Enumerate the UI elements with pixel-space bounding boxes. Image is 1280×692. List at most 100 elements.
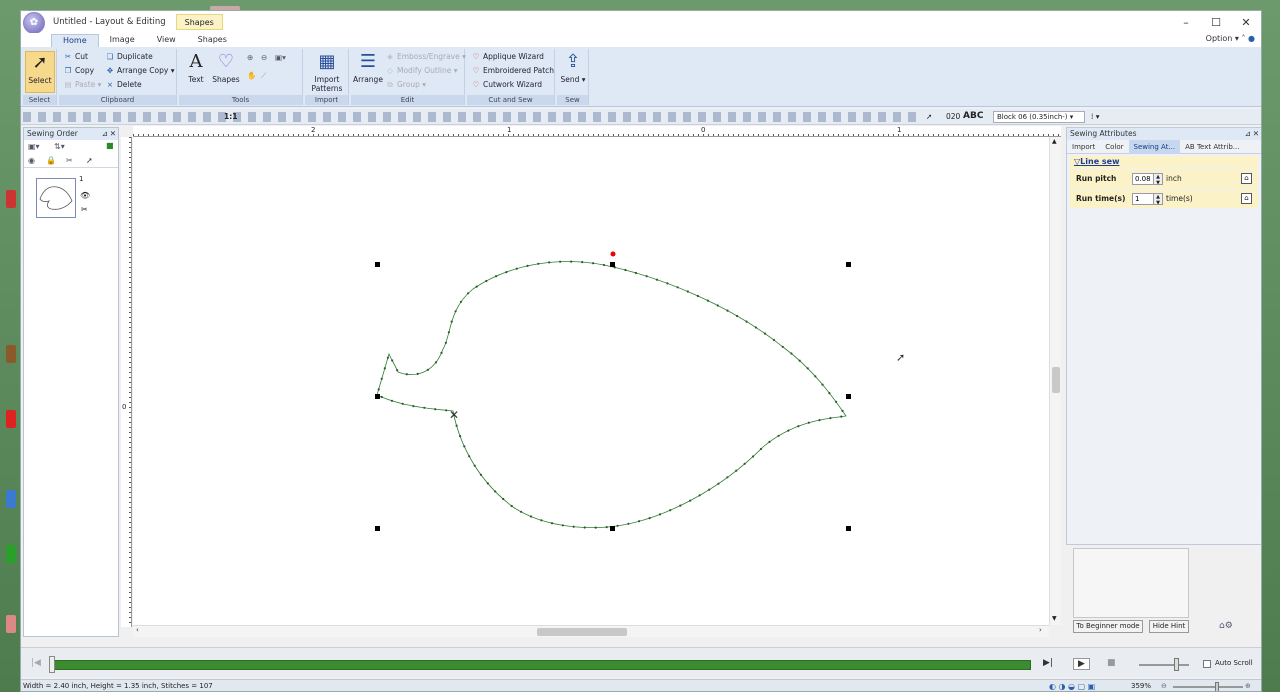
sewing-attributes-panel: Sewing Attributes ⊿ ✕ Import Color Sewin… — [1066, 127, 1261, 545]
tab-sewing-attributes[interactable]: Sewing At... — [1128, 139, 1181, 154]
leaf-shape[interactable]: ✕ — [133, 137, 1053, 625]
tab-view[interactable]: View — [146, 34, 187, 47]
option-menu[interactable]: Option ▾ ˄ ● — [1206, 34, 1255, 43]
skip-end-icon[interactable]: ▶| — [1043, 658, 1053, 668]
shapes-button[interactable]: ♡ Shapes — [211, 51, 241, 84]
view-mode-icon[interactable]: ▣▾ — [28, 142, 40, 151]
tab-text-attributes[interactable]: AB Text Attrib... — [1180, 140, 1244, 154]
rotate-handle[interactable] — [610, 251, 616, 257]
tab-import[interactable]: Import — [1067, 140, 1100, 154]
view-mode-icons[interactable]: ◐ ◑ ◒ ▢ ▣ — [1049, 680, 1095, 691]
stitch-point — [806, 367, 809, 370]
paste-button[interactable]: ▤ Paste ▾ — [63, 78, 101, 91]
group-button[interactable]: ⧉ Group ▾ — [385, 78, 426, 91]
delete-button[interactable]: ⨯ Delete — [105, 78, 142, 91]
help-icon[interactable]: ● — [1248, 34, 1255, 43]
pin-icon[interactable]: ⊿ — [1245, 128, 1251, 140]
cutwork-wizard-button[interactable]: ♡ Cutwork Wizard — [471, 78, 542, 91]
arrange-copy-button[interactable]: ✥ Arrange Copy ▾ — [105, 64, 175, 77]
context-tab-shapes[interactable]: Shapes — [175, 14, 223, 30]
font-select[interactable]: Block 06 (0.35inch-) ▾ — [993, 111, 1085, 123]
zoom-dropdown-icon[interactable]: ▣▾ — [275, 51, 286, 64]
select-button[interactable]: ➚ Select — [25, 51, 55, 93]
run-times-input[interactable] — [1132, 192, 1154, 205]
tab-shapes[interactable]: Shapes — [187, 34, 238, 47]
text-button[interactable]: A Text — [181, 51, 211, 84]
line-sew-section[interactable]: ▽Line sew — [1070, 156, 1258, 168]
design-canvas[interactable]: ✕ — [133, 137, 1053, 625]
beginner-mode-button[interactable]: To Beginner mode — [1073, 620, 1143, 633]
horizontal-scrollbar[interactable]: ‹ › — [133, 625, 1049, 637]
font-select-value: Block 06 (0.35inch-) — [997, 113, 1068, 121]
stop-button[interactable]: ■ — [1107, 658, 1116, 668]
paste-label: Paste — [75, 80, 96, 89]
group-label-clipboard: Clipboard — [59, 95, 176, 105]
send-button[interactable]: ⇪ Send ▾ — [558, 51, 588, 84]
arrange-button[interactable]: ☰ Arrange — [353, 51, 383, 84]
emboss-engrave-button[interactable]: ◈ Emboss/Engrave ▾ — [385, 50, 466, 63]
selection-handles[interactable] — [375, 262, 851, 531]
panel-close-icon[interactable]: ✕ — [1253, 128, 1259, 140]
sewing-order-thumbnail[interactable] — [36, 178, 76, 218]
font-preview[interactable]: ABC — [963, 111, 983, 121]
zoom-in-icon[interactable]: ⊕ — [247, 51, 253, 64]
run-pitch-input[interactable] — [1132, 172, 1154, 185]
vertical-scrollbar[interactable]: ▲ ▼ — [1049, 137, 1061, 625]
copy-button[interactable]: ❐ Copy — [63, 64, 94, 77]
cut-button[interactable]: ✂ Cut — [63, 50, 88, 63]
default-reset-icon[interactable]: ⌂ — [1241, 193, 1252, 204]
scroll-right-icon[interactable]: › — [1039, 626, 1042, 634]
toolbar-overflow-icon[interactable]: ⁞ ▾ — [1091, 112, 1100, 121]
eye-icon[interactable]: ◉ — [28, 156, 35, 165]
zoom-out-icon[interactable]: ⊖ — [261, 51, 267, 64]
run-times-stepper[interactable]: ▲ ▼ — [1154, 192, 1163, 206]
vertical-scroll-thumb[interactable] — [1052, 367, 1060, 393]
stitch-progress-track[interactable] — [51, 660, 1031, 670]
run-pitch-stepper[interactable]: ▲ ▼ — [1154, 172, 1163, 186]
app-menu-orb-icon[interactable]: ✿ — [23, 11, 45, 34]
pin-icon[interactable]: ⊿ — [102, 128, 108, 140]
applique-wizard-button[interactable]: ♡ Applique Wizard — [471, 50, 544, 63]
scroll-left-icon[interactable]: ‹ — [136, 626, 139, 634]
zoom-in-button[interactable]: ⊕ — [1245, 680, 1251, 691]
hide-hint-button[interactable]: Hide Hint — [1149, 620, 1189, 633]
tab-home[interactable]: Home — [51, 34, 99, 47]
visibility-eye-icon[interactable]: 👁 — [80, 191, 90, 200]
auto-scroll-checkbox[interactable] — [1203, 660, 1211, 668]
speed-slider-track[interactable] — [1139, 664, 1189, 666]
scissors-toggle-icon[interactable]: ✂ — [66, 156, 73, 165]
embroidered-patch-button[interactable]: ♡ Embroidered Patch — [471, 64, 554, 77]
home-settings-icon[interactable]: ⌂⚙ — [1219, 621, 1233, 631]
close-button[interactable]: ✕ — [1231, 11, 1261, 33]
measure-icon[interactable]: ⟋ — [261, 69, 266, 82]
zoom-slider-track[interactable] — [1173, 686, 1243, 688]
pointer-icon[interactable]: ➚ — [86, 156, 93, 165]
scroll-up-icon[interactable]: ▲ — [1052, 138, 1057, 145]
pan-hand-icon[interactable]: ✋ — [247, 69, 256, 82]
minimize-button[interactable]: – — [1171, 11, 1201, 33]
zoom-out-button[interactable]: ⊖ — [1161, 680, 1167, 691]
lock-icon[interactable]: 🔒 — [46, 156, 56, 165]
sort-icon[interactable]: ⇅▾ — [54, 142, 65, 151]
scale-one-to-one[interactable]: 1:1 — [224, 112, 237, 121]
select-arrow-icon[interactable]: ➚ — [926, 112, 932, 121]
tab-image[interactable]: Image — [99, 34, 146, 47]
tab-color[interactable]: Color — [1100, 140, 1128, 154]
horizontal-scroll-thumb[interactable] — [537, 628, 627, 636]
color-block-icon[interactable]: ■ — [106, 141, 114, 150]
zoom-slider-knob[interactable] — [1215, 682, 1219, 691]
play-button[interactable]: ▶ — [1073, 658, 1090, 670]
duplicate-button[interactable]: ❏ Duplicate — [105, 50, 153, 63]
default-reset-icon[interactable]: ⌂ — [1241, 173, 1252, 184]
panel-close-icon[interactable]: ✕ — [110, 128, 116, 140]
stitch-progress-knob[interactable] — [49, 656, 55, 673]
cut-mark-icon[interactable]: ✂ — [81, 205, 88, 214]
delete-icon: ⨯ — [106, 80, 114, 89]
speed-slider-knob[interactable] — [1174, 658, 1179, 671]
modify-outline-button[interactable]: ◇ Modify Outline ▾ — [385, 64, 457, 77]
scroll-down-icon[interactable]: ▼ — [1052, 615, 1057, 622]
maximize-button[interactable]: ☐ — [1201, 11, 1231, 33]
toolbar-icons-strip[interactable] — [23, 112, 923, 122]
thread-number[interactable]: 020 — [946, 112, 960, 121]
skip-start-icon[interactable]: |◀ — [31, 658, 41, 668]
